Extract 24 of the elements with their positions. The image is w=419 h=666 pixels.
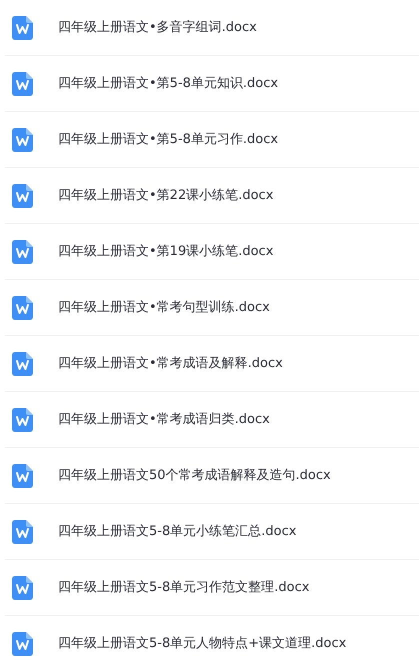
document-icon <box>12 408 33 432</box>
document-icon <box>12 520 33 544</box>
file-name[interactable]: 四年级上册语文5-8单元习作范文整理.docx <box>58 578 310 598</box>
document-icon <box>12 352 33 376</box>
file-name[interactable]: 四年级上册语文•常考成语及解释.docx <box>58 354 283 374</box>
file-name[interactable]: 四年级上册语文5-8单元小练笔汇总.docx <box>58 522 296 542</box>
document-icon <box>12 464 33 488</box>
document-icon <box>12 576 33 600</box>
document-icon <box>12 296 33 320</box>
document-icon <box>12 240 33 264</box>
file-name[interactable]: 四年级上册语文•常考成语归类.docx <box>58 410 270 430</box>
document-icon <box>12 72 33 96</box>
document-icon <box>12 632 33 656</box>
document-icon <box>12 16 33 40</box>
file-name[interactable]: 四年级上册语文•第22课小练笔.docx <box>58 186 274 206</box>
document-icon <box>12 128 33 152</box>
file-name[interactable]: 四年级上册语文•第19课小练笔.docx <box>58 242 274 262</box>
file-name[interactable]: 四年级上册语文•第5-8单元知识.docx <box>58 74 278 94</box>
file-name[interactable]: 四年级上册语文•多音字组词.docx <box>58 18 257 38</box>
file-name[interactable]: 四年级上册语文5-8单元人物特点+课文道理.docx <box>58 634 346 654</box>
file-name[interactable]: 四年级上册语文•常考句型训练.docx <box>58 298 270 318</box>
file-name[interactable]: 四年级上册语文50个常考成语解释及造句.docx <box>58 466 331 486</box>
document-icon <box>12 184 33 208</box>
file-name[interactable]: 四年级上册语文•第5-8单元习作.docx <box>58 130 278 150</box>
